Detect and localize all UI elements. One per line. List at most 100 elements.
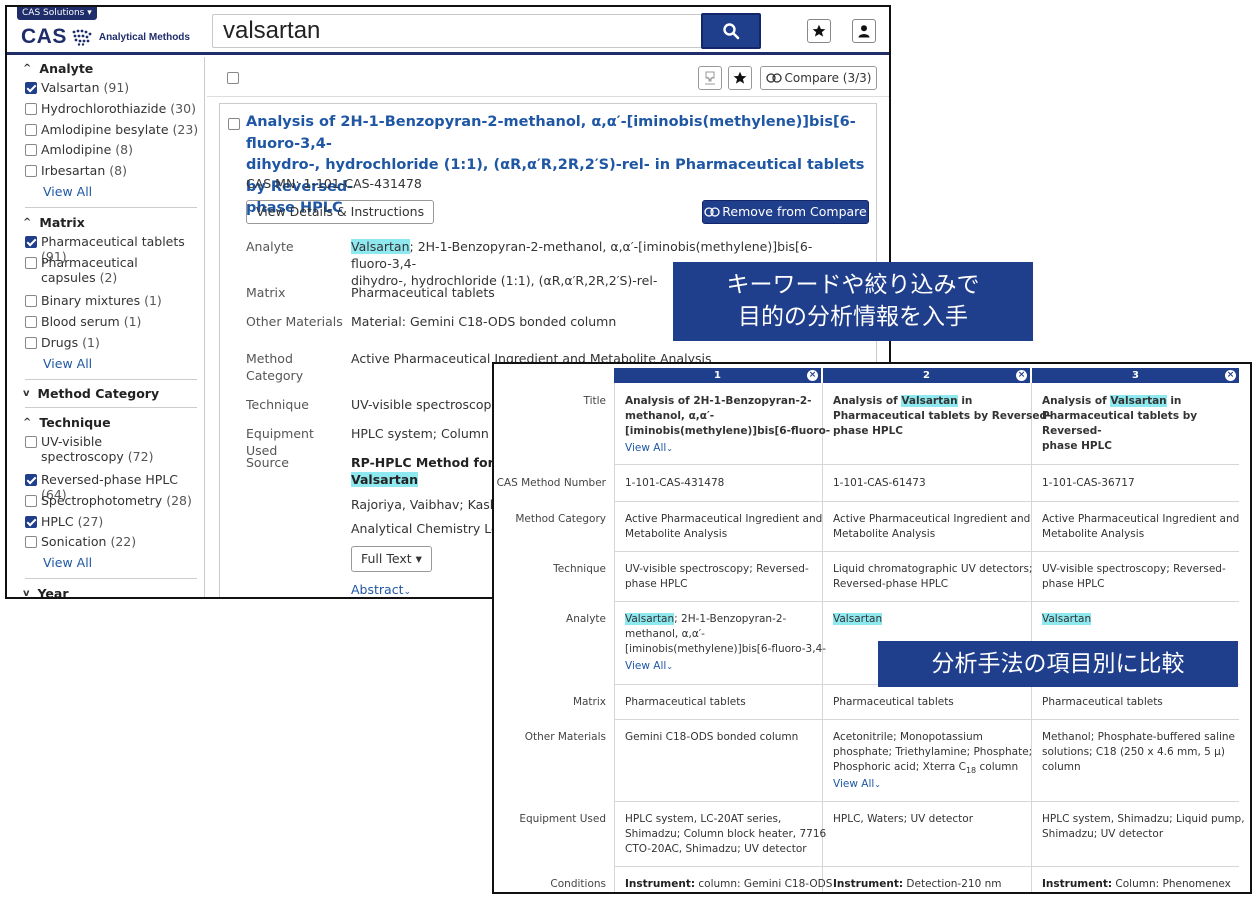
checkbox[interactable] (25, 144, 37, 156)
view-all-link[interactable]: View All⌄ (833, 777, 881, 792)
checkbox[interactable] (25, 536, 37, 548)
compare-analyte: Valsartan (833, 613, 883, 625)
checkbox[interactable] (25, 103, 37, 115)
view-all-link[interactable]: View All (43, 184, 92, 199)
compare-icon (765, 73, 782, 83)
caret-down-icon: ▾ (415, 551, 422, 566)
close-icon[interactable]: × (1225, 370, 1236, 381)
compare-button[interactable]: Compare (3/3) (760, 66, 877, 90)
compare-cas-number: 1-101-CAS-431478 (625, 477, 725, 489)
compare-technique: UV-visible spectroscopy; Reversed-phase … (1042, 563, 1226, 590)
result-checkbox[interactable] (228, 118, 240, 130)
compare-icon (704, 207, 720, 217)
remove-from-compare-button[interactable]: Remove from Compare (702, 200, 869, 224)
favorites-button[interactable] (807, 19, 831, 43)
field-label: Matrix (246, 285, 286, 300)
compare-analyte: Valsartan; 2H-1-Benzopyran-2- methanol, … (625, 613, 827, 655)
checkbox[interactable] (25, 436, 37, 448)
download-button[interactable] (698, 66, 722, 90)
compare-conditions: Instrument: column: Gemini C18-ODS (625, 878, 833, 890)
filter-item[interactable]: Spectrophotometry (28) (25, 493, 192, 508)
chevron-down-icon: ⌄ (666, 662, 673, 671)
checkbox[interactable] (25, 257, 37, 269)
compare-equipment: HPLC system, Shimadzu; Liquid pump, Shima… (1042, 813, 1245, 840)
view-all-link[interactable]: View All (43, 555, 92, 570)
checkbox[interactable] (25, 82, 37, 94)
checkbox[interactable] (25, 124, 37, 136)
cas-logo[interactable]: CAS Analytical Methods (21, 25, 190, 49)
compare-column-header: 2 × (823, 368, 1030, 383)
chevron-up-icon: ^ (23, 417, 32, 428)
search-button[interactable] (701, 13, 761, 49)
checkbox[interactable] (25, 337, 37, 349)
save-button[interactable] (728, 66, 752, 90)
view-all-link[interactable]: View All (43, 356, 92, 371)
callout-banner-compare: 分析手法の項目別に比較 (878, 641, 1238, 687)
filter-section-analyte[interactable]: ^ Analyte (23, 61, 93, 76)
filter-section-technique[interactable]: ^ Technique (23, 415, 111, 430)
filter-item[interactable]: Amlodipine (8) (25, 142, 133, 157)
row-label: Equipment Used (519, 813, 606, 825)
cas-solutions-menu[interactable]: CAS Solutions ▾ (17, 7, 97, 20)
compare-other-materials: Methanol; Phosphate-buffered saline solu… (1042, 731, 1236, 773)
checkbox[interactable] (25, 495, 37, 507)
compare-equipment: HPLC, Waters; UV detector (833, 813, 974, 825)
divider (25, 207, 197, 208)
account-button[interactable] (852, 19, 876, 43)
filter-item[interactable]: UV-visible spectroscopy (72) (25, 434, 185, 464)
filter-item[interactable]: Valsartan (91) (25, 80, 129, 95)
row-label: Analyte (566, 613, 606, 625)
view-all-link[interactable]: View All⌄ (625, 659, 673, 674)
filter-sidebar: ^ Analyte Valsartan (91) Hydrochlorothiaz… (7, 57, 205, 597)
filter-item[interactable]: Drugs (1) (25, 335, 100, 350)
row-divider (614, 501, 1239, 502)
divider (25, 578, 197, 579)
filter-item[interactable]: Amlodipine besylate (23) (25, 122, 198, 137)
compare-column-header: 3 × (1032, 368, 1239, 383)
filter-item[interactable]: HPLC (27) (25, 514, 103, 529)
user-icon (858, 25, 870, 38)
search-icon (723, 23, 740, 40)
filter-item[interactable]: Blood serum (1) (25, 314, 141, 329)
row-divider (614, 866, 1239, 867)
filter-item[interactable]: Pharmaceutical capsules (2) (25, 255, 195, 285)
compare-cas-number: 1-101-CAS-36717 (1042, 477, 1135, 489)
full-text-button[interactable]: Full Text ▾ (351, 546, 432, 572)
select-all-checkbox[interactable] (227, 72, 239, 84)
filter-section-year[interactable]: v Year (23, 586, 69, 597)
compare-technique: UV-visible spectroscopy; Reversed-phase … (625, 563, 809, 590)
close-icon[interactable]: × (1016, 370, 1027, 381)
filter-item[interactable]: Hydrochlorothiazide (30) (25, 101, 196, 116)
checkbox[interactable] (25, 295, 37, 307)
close-icon[interactable]: × (807, 370, 818, 381)
matrix-value: Pharmaceutical tablets (351, 285, 495, 300)
compare-column-header: 1 × (614, 368, 821, 383)
row-divider (614, 601, 1239, 602)
checkbox[interactable] (25, 316, 37, 328)
chevron-up-icon: ^ (23, 217, 32, 228)
divider (25, 379, 197, 380)
field-label: Method Category (246, 351, 304, 383)
compare-title-1: Analysis of 2H-1-Benzopyran-2- methanol,… (625, 395, 831, 437)
view-details-button[interactable]: View Details & Instructions (246, 200, 435, 224)
view-all-link[interactable]: View All⌄ (625, 441, 673, 456)
abstract-toggle[interactable]: Abstract⌄ (351, 582, 411, 597)
checkbox[interactable] (25, 516, 37, 528)
row-label: CAS Method Number (496, 477, 606, 489)
filter-item[interactable]: Binary mixtures (1) (25, 293, 162, 308)
divider (25, 407, 197, 408)
filter-item[interactable]: Irbesartan (8) (25, 163, 127, 178)
row-label: Conditions (550, 878, 606, 890)
compare-title-3: Analysis of Valsartan in Pharmaceutical … (1042, 395, 1198, 452)
filter-item[interactable]: Sonication (22) (25, 534, 136, 549)
callout-banner-search: キーワードや絞り込みで 目的の分析情報を入手 (673, 262, 1033, 341)
compare-conditions: Instrument: Column: Phenomenex (1042, 878, 1231, 890)
search-input[interactable]: valsartan (212, 14, 702, 48)
filter-section-matrix[interactable]: ^ Matrix (23, 215, 85, 230)
checkbox[interactable] (25, 474, 37, 486)
checkbox[interactable] (25, 165, 37, 177)
equipment-value: HPLC system; Column blo (351, 426, 512, 441)
checkbox[interactable] (25, 236, 37, 248)
column-divider (614, 383, 615, 892)
filter-section-method-category[interactable]: v Method Category (23, 386, 159, 401)
